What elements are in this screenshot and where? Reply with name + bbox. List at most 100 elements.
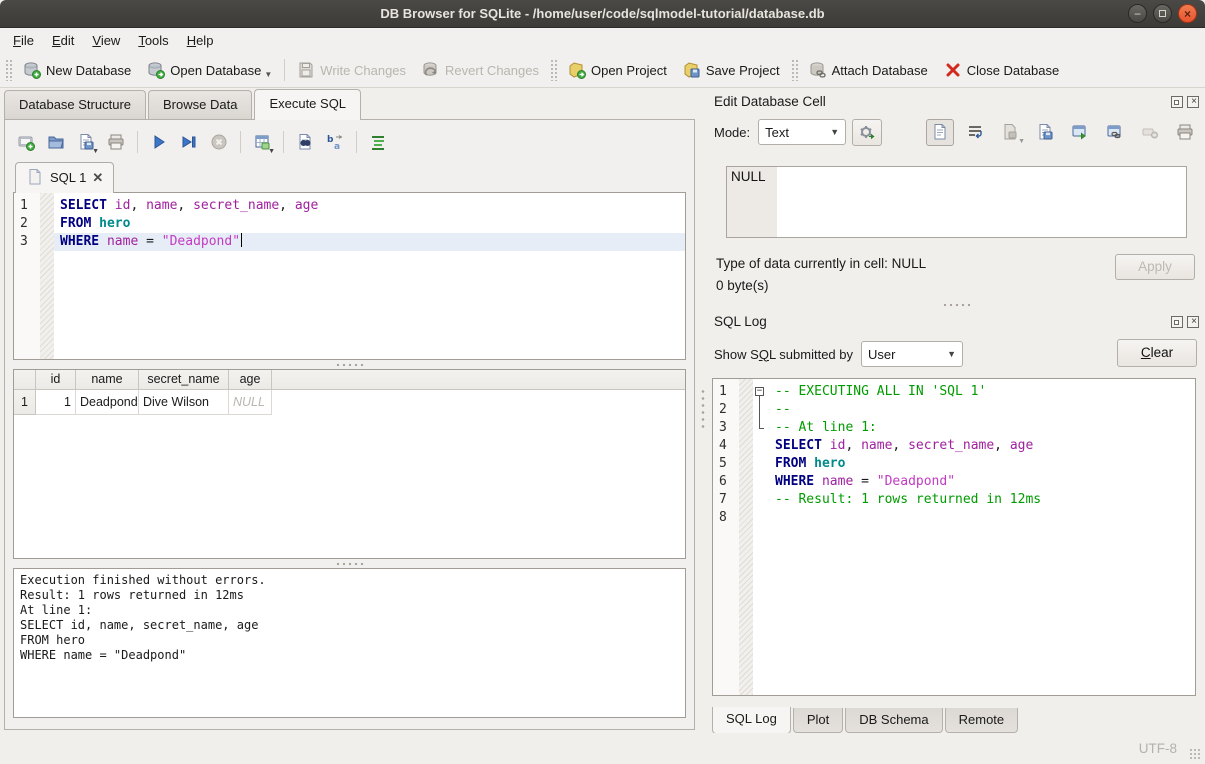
float-dock-icon[interactable] bbox=[1171, 96, 1183, 108]
log-line-3: -- At line 1: bbox=[769, 419, 1195, 437]
toolbar-handle[interactable] bbox=[5, 59, 12, 81]
auto-apply-button[interactable] bbox=[852, 119, 882, 146]
tab-execute-sql[interactable]: Execute SQL bbox=[254, 89, 361, 120]
editor-line-2[interactable]: FROM hero bbox=[54, 215, 685, 233]
menu-tools[interactable]: Tools bbox=[129, 30, 177, 51]
row-header[interactable]: 1 bbox=[14, 390, 36, 415]
editor-line-3[interactable]: WHERE name = "Deadpond" bbox=[54, 233, 685, 251]
chevron-down-icon[interactable]: ▼ bbox=[264, 70, 272, 79]
close-dock-icon[interactable]: × bbox=[1187, 316, 1199, 328]
editor-fold-margin bbox=[40, 193, 54, 359]
tab-sql-1[interactable]: SQL 1 ✕ bbox=[15, 162, 114, 193]
new-sql-tab-button[interactable] bbox=[13, 129, 39, 155]
chevron-down-icon[interactable]: ▼ bbox=[268, 148, 275, 155]
editor-code[interactable]: SELECT id, name, secret_name, ageFROM he… bbox=[54, 193, 685, 359]
save-sql-file-button[interactable]: ▼ bbox=[73, 129, 99, 155]
splitter-editor-results[interactable] bbox=[13, 360, 686, 369]
clear-button[interactable]: Clear bbox=[1117, 339, 1197, 367]
sql-log-title: SQL Log bbox=[714, 314, 1171, 329]
close-icon[interactable]: × bbox=[1178, 4, 1197, 23]
resize-grip-icon[interactable] bbox=[1189, 748, 1202, 761]
toolbar-handle[interactable] bbox=[550, 59, 557, 81]
splitter-docks[interactable] bbox=[708, 300, 1205, 309]
menu-edit[interactable]: Edit bbox=[43, 30, 83, 51]
menu-file[interactable]: File bbox=[4, 30, 43, 51]
attach-database-button[interactable]: Attach Database bbox=[801, 57, 936, 83]
stop-execution-icon bbox=[210, 133, 228, 151]
mode-label: Mode: bbox=[714, 125, 750, 140]
open-sql-file-icon bbox=[47, 133, 65, 151]
apply-button[interactable]: Apply bbox=[1115, 254, 1195, 280]
log-fold-margin[interactable]: − bbox=[753, 379, 769, 695]
set-null-button bbox=[1136, 119, 1164, 146]
write-changes-button: Write Changes bbox=[289, 57, 414, 83]
column-header-age[interactable]: age bbox=[229, 370, 272, 390]
format-sql-icon bbox=[369, 133, 387, 151]
results-grid[interactable]: idnamesecret_nameage11DeadpondDive Wilso… bbox=[13, 369, 686, 559]
column-header-secret_name[interactable]: secret_name bbox=[139, 370, 229, 390]
open-project-button[interactable]: Open Project bbox=[560, 57, 675, 83]
mode-select[interactable]: Text ▼ bbox=[758, 119, 846, 145]
find-replace-button[interactable]: ba bbox=[322, 129, 348, 155]
tab-database-structure[interactable]: Database Structure bbox=[4, 90, 146, 119]
execution-message: Execution finished without errors.Result… bbox=[13, 568, 686, 718]
chevron-down-icon[interactable]: ▼ bbox=[92, 148, 99, 155]
editor-line-1[interactable]: SELECT id, name, secret_name, age bbox=[54, 197, 685, 215]
execute-all-button[interactable] bbox=[146, 129, 172, 155]
cell-name[interactable]: Deadpond bbox=[76, 390, 139, 415]
menu-view[interactable]: View bbox=[83, 30, 129, 51]
encoding-label: UTF-8 bbox=[1139, 741, 1177, 756]
save-project-icon bbox=[683, 61, 701, 79]
tab-browse-data[interactable]: Browse Data bbox=[148, 90, 252, 119]
new-database-button[interactable]: New Database bbox=[15, 57, 139, 83]
cell-type-text: Type of data currently in cell: NULL bbox=[716, 256, 926, 271]
menu-help[interactable]: Help bbox=[178, 30, 223, 51]
word-wrap-button[interactable] bbox=[961, 119, 989, 146]
maximize-icon[interactable] bbox=[1153, 4, 1172, 23]
close-dock-icon[interactable]: × bbox=[1187, 96, 1199, 108]
export-to-file-button[interactable] bbox=[1066, 119, 1094, 146]
format-sql-button[interactable] bbox=[365, 129, 391, 155]
open-database-button[interactable]: Open Database▼ bbox=[139, 57, 280, 83]
message-line: At line 1: bbox=[20, 603, 679, 618]
close-database-button[interactable]: Close Database bbox=[936, 57, 1068, 83]
cell-age[interactable]: NULL bbox=[229, 390, 272, 415]
column-header-id[interactable]: id bbox=[36, 370, 76, 390]
print-cell-button[interactable] bbox=[1171, 119, 1199, 146]
corner-header[interactable] bbox=[14, 370, 36, 390]
open-sql-file-button[interactable] bbox=[43, 129, 69, 155]
titlebar[interactable]: DB Browser for SQLite - /home/user/code/… bbox=[0, 0, 1205, 28]
import-from-file-button[interactable] bbox=[1031, 119, 1059, 146]
minimize-icon[interactable]: − bbox=[1128, 4, 1147, 23]
bottom-tab-sql-log[interactable]: SQL Log bbox=[712, 707, 791, 734]
text-view-button[interactable] bbox=[926, 119, 954, 146]
column-header-name[interactable]: name bbox=[76, 370, 139, 390]
bottom-tab-remote[interactable]: Remote bbox=[945, 708, 1019, 733]
execute-current-line-button[interactable] bbox=[176, 129, 202, 155]
copy-as-link-button[interactable] bbox=[1101, 119, 1129, 146]
set-null-icon bbox=[1141, 123, 1159, 141]
submitted-by-select[interactable]: User ▼ bbox=[861, 341, 963, 367]
sql-log-view[interactable]: 12345678 − -- EXECUTING ALL IN 'SQL 1'--… bbox=[712, 378, 1196, 696]
cell-secret_name[interactable]: Dive Wilson bbox=[139, 390, 229, 415]
close-tab-icon[interactable]: ✕ bbox=[92, 171, 103, 184]
export-results-button[interactable]: ▼ bbox=[249, 129, 275, 155]
cell-id[interactable]: 1 bbox=[36, 390, 76, 415]
cell-editor[interactable]: NULL bbox=[726, 166, 1187, 238]
word-wrap-icon bbox=[966, 123, 984, 141]
bottom-tab-plot[interactable]: Plot bbox=[793, 708, 843, 733]
sql-log-filter-row: Show SQL submitted by User ▼ Clear bbox=[714, 338, 1199, 370]
execute-current-line-icon bbox=[180, 133, 198, 151]
fold-collapse-icon[interactable]: − bbox=[755, 387, 764, 396]
float-dock-icon[interactable] bbox=[1171, 316, 1183, 328]
splitter-vertical[interactable] bbox=[698, 88, 708, 733]
sql-editor[interactable]: 123 SELECT id, name, secret_name, ageFRO… bbox=[13, 192, 686, 360]
new-database-icon bbox=[23, 61, 41, 79]
print-sql-button[interactable] bbox=[103, 129, 129, 155]
find-button[interactable] bbox=[292, 129, 318, 155]
toolbar-handle[interactable] bbox=[791, 59, 798, 81]
splitter-results-message[interactable] bbox=[13, 559, 686, 568]
save-project-button[interactable]: Save Project bbox=[675, 57, 788, 83]
revert-changes-icon bbox=[422, 61, 440, 79]
bottom-tab-db-schema[interactable]: DB Schema bbox=[845, 708, 942, 733]
